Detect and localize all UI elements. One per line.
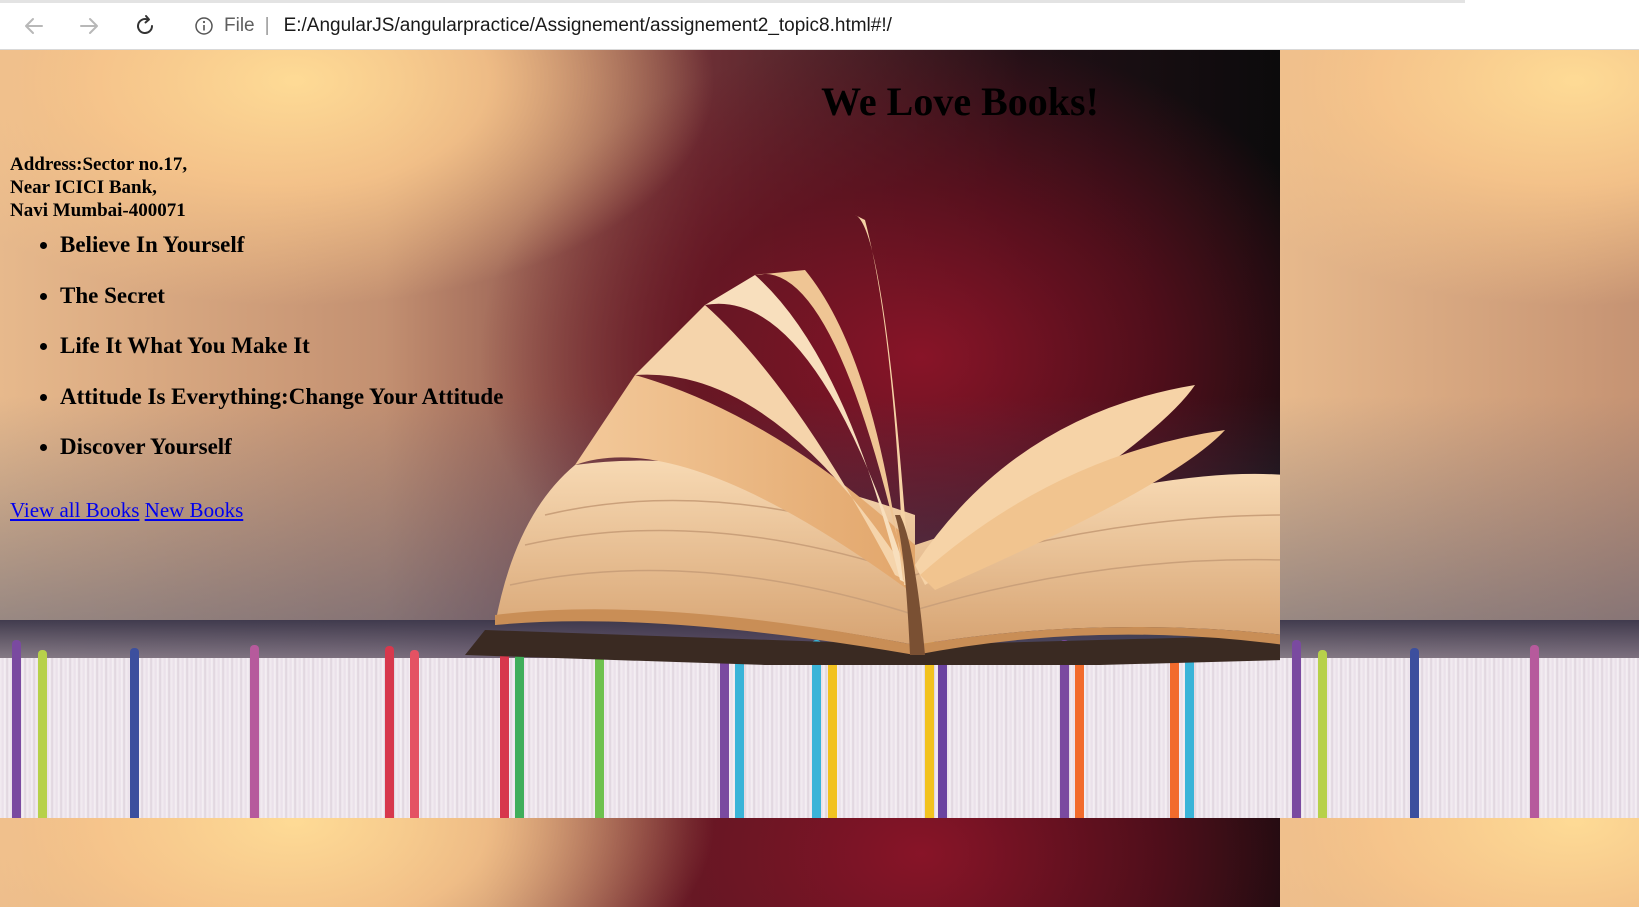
page-title: We Love Books! <box>821 79 1099 124</box>
forward-arrow-icon <box>80 18 98 34</box>
forward-button[interactable] <box>73 10 105 42</box>
new-books-link[interactable]: New Books <box>145 498 244 522</box>
info-icon[interactable] <box>194 16 214 36</box>
page-content: We Love Books! Address:Sector no.17, Nea… <box>0 50 1639 907</box>
back-button[interactable] <box>18 10 50 42</box>
nav-links: View all Books New Books <box>10 498 243 523</box>
back-arrow-icon <box>25 18 43 34</box>
tab-strip-edge <box>0 0 1465 3</box>
address-line: Address:Sector no.17, <box>10 154 188 175</box>
reload-button[interactable] <box>129 10 161 42</box>
scheme-label: File <box>224 15 255 36</box>
reload-icon <box>137 15 154 35</box>
address-line: Navi Mumbai-400071 <box>10 200 186 221</box>
book-list-item: The Secret <box>60 283 503 334</box>
address-block: Address:Sector no.17, Near ICICI Bank, N… <box>10 153 187 222</box>
url-text[interactable]: E:/AngularJS/angularpractice/Assignement… <box>284 15 892 37</box>
book-list-item: Life It What You Make It <box>60 333 503 384</box>
book-list-item: Believe In Yourself <box>60 232 503 283</box>
url-separator: | <box>264 15 270 36</box>
address-line: Near ICICI Bank, <box>10 177 157 198</box>
address-bar[interactable]: File | E:/AngularJS/angularpractice/Assi… <box>180 8 1639 44</box>
book-list-item: Attitude Is Everything:Change Your Attit… <box>60 384 503 435</box>
book-list: Believe In Yourself The Secret Life It W… <box>0 232 503 485</box>
book-list-item: Discover Yourself <box>60 434 503 485</box>
browser-toolbar: File | E:/AngularJS/angularpractice/Assi… <box>0 0 1639 50</box>
view-all-books-link[interactable]: View all Books <box>10 498 139 522</box>
